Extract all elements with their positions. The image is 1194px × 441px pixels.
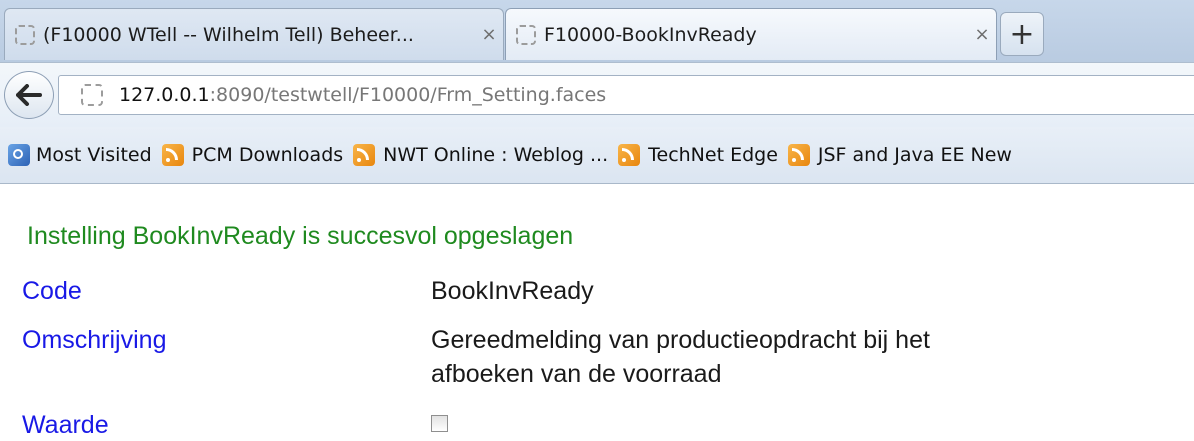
description-line-1: Gereedmelding van productieopdracht bij … [431,326,930,354]
close-tab-icon[interactable]: × [475,24,503,45]
tab-strip: (F10000 WTell -- Wilhelm Tell) Beheer...… [0,0,1194,62]
tab-title: F10000-BookInvReady [544,23,757,46]
address-bar[interactable]: 127.0.0.1:8090/testwtell/F10000/Frm_Sett… [58,75,1194,115]
rss-icon [353,144,376,166]
url-text: 127.0.0.1:8090/testwtell/F10000/Frm_Sett… [119,84,606,106]
description-line-2: afboeken van de voorraad [431,360,722,388]
back-arrow-icon[interactable] [4,71,54,119]
bookmark-jsf-java-ee[interactable]: JSF and Java EE New [787,144,1012,166]
rss-icon [618,144,641,166]
rss-icon [787,144,810,166]
navigation-bar: 127.0.0.1:8090/testwtell/F10000/Frm_Sett… [0,62,1194,127]
bookmarks-toolbar: Most Visited PCM Downloads NWT Online : … [0,127,1194,183]
bookmark-label: JSF and Java EE New [817,144,1012,166]
url-host: 127.0.0.1 [119,84,210,106]
url-path: :8090/testwtell/F10000/Frm_Setting.faces [209,84,607,106]
page-content: Instelling BookInvReady is succesvol opg… [0,184,1194,441]
code-value: BookInvReady [431,277,594,305]
new-tab-button[interactable]: + [1000,12,1044,56]
tab-bookinvready[interactable]: F10000-BookInvReady × [505,8,997,60]
value-label: Waarde [22,411,109,439]
bookmark-pcm-downloads[interactable]: PCM Downloads [161,144,344,166]
tab-beheer[interactable]: (F10000 WTell -- Wilhelm Tell) Beheer...… [4,8,504,60]
bookmark-technet-edge[interactable]: TechNet Edge [618,144,778,166]
globe-icon [8,144,30,166]
close-tab-icon[interactable]: × [968,24,996,45]
value-checkbox[interactable] [431,415,448,432]
tab-title: (F10000 WTell -- Wilhelm Tell) Beheer... [43,23,414,46]
success-message: Instelling BookInvReady is succesvol opg… [27,222,574,250]
back-arrow-glyph [16,84,42,106]
bookmark-label: PCM Downloads [191,144,344,166]
bookmark-label: TechNet Edge [648,144,778,166]
page-favicon-icon [15,24,35,45]
description-label: Omschrijving [22,326,167,354]
bookmark-nwt-online[interactable]: NWT Online : Weblog ... [353,144,608,166]
page-favicon-icon [516,24,536,45]
bookmark-most-visited[interactable]: Most Visited [0,144,152,166]
site-identity-icon[interactable] [81,84,103,106]
code-label: Code [22,277,82,305]
rss-icon [161,144,184,166]
browser-chrome: (F10000 WTell -- Wilhelm Tell) Beheer...… [0,0,1194,184]
bookmark-label: NWT Online : Weblog ... [383,144,609,166]
bookmark-label: Most Visited [36,144,152,166]
description-value: Gereedmelding van productieopdracht bij … [431,323,1091,391]
